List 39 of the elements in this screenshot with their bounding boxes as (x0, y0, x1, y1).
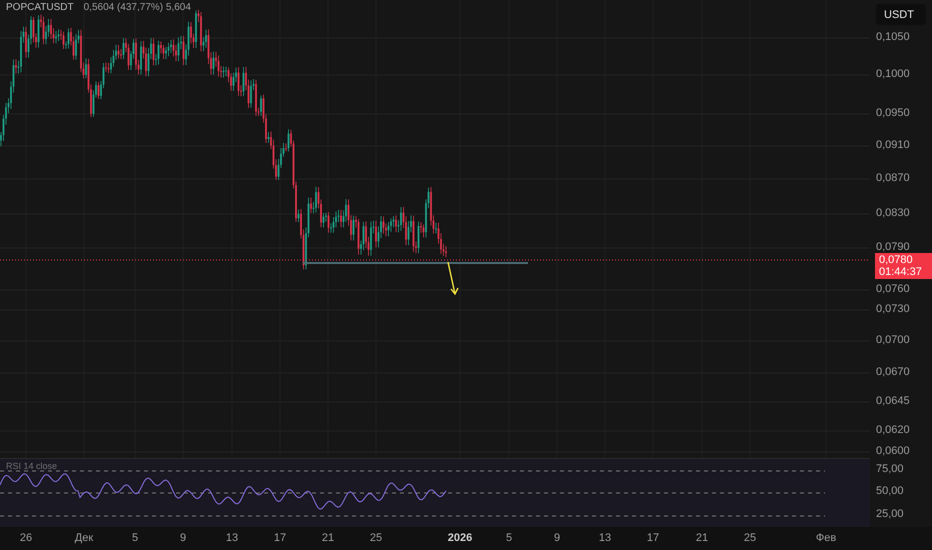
rsi-label: 25,00 (876, 508, 904, 520)
date-label: 13 (598, 532, 612, 544)
currency-button[interactable]: USDT (876, 4, 926, 25)
price-label: 0,0670 (876, 366, 910, 378)
price-label: 0,0600 (876, 445, 910, 457)
last-price: 0,0780 (879, 254, 914, 266)
price-label: 0,0730 (876, 303, 910, 315)
indicator-title: RSI 14 close (6, 461, 58, 471)
date-label: 2026 (448, 532, 472, 544)
symbol-title: POPCATUSDT (6, 2, 74, 13)
date-label: 21 (696, 532, 708, 544)
price-label: 0,0700 (876, 334, 910, 346)
date-label: 17 (274, 532, 286, 544)
price-label: 0,0870 (876, 172, 910, 184)
price-label: 0,0910 (876, 139, 910, 151)
date-label: 26 (20, 532, 32, 544)
date-label: 21 (322, 532, 334, 544)
date-label: 25 (744, 532, 756, 544)
date-label: 5 (506, 532, 512, 544)
price-label: 0,0950 (876, 107, 910, 119)
date-label: Дек (74, 532, 94, 544)
rsi-label: 50,00 (876, 485, 904, 497)
date-label: Фев (816, 532, 836, 544)
date-label: 9 (554, 532, 560, 544)
rsi-label: 75,00 (876, 463, 904, 475)
price-label: 0,0645 (876, 395, 910, 407)
price-label: 0,0830 (876, 207, 910, 219)
price-label: 0,0790 (876, 241, 910, 253)
date-label: 9 (180, 532, 186, 544)
price-change: 0,5604 (437,77%) 5,604 (84, 2, 191, 13)
price-label: 0,1000 (876, 68, 910, 80)
price-label: 0,1050 (876, 31, 910, 43)
date-label: 5 (132, 532, 138, 544)
date-label: 13 (226, 532, 238, 544)
date-label: 17 (646, 532, 660, 544)
price-label: 0,0620 (876, 424, 910, 436)
countdown: 01:44:37 (879, 266, 923, 278)
date-label: 25 (370, 532, 382, 544)
price-label: 0,0760 (876, 283, 910, 295)
